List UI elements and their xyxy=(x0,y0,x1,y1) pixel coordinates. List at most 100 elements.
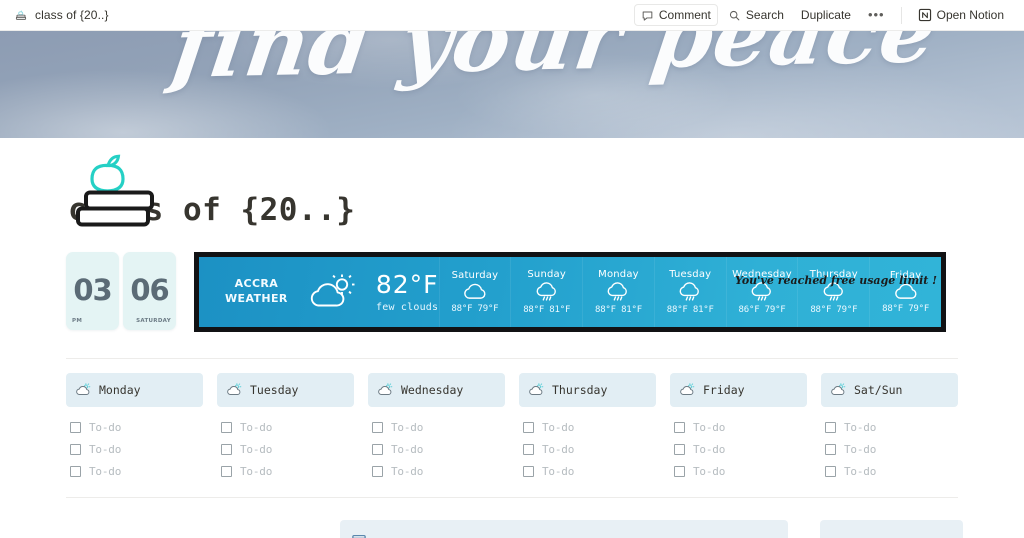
duplicate-label: Duplicate xyxy=(800,8,851,22)
weekday-column-header[interactable]: Thursday xyxy=(519,373,656,407)
todo-item[interactable]: To-do xyxy=(217,460,354,482)
open-notion-label: Open Notion xyxy=(936,8,1004,22)
bottom-card-small[interactable]: ----- xyxy=(820,520,963,538)
cloud-icon xyxy=(462,283,488,302)
clock-hour-card: 03 PM xyxy=(66,252,119,330)
weather-widget-inner: ACCRA WEATHER 82°F few clouds Saturday 8… xyxy=(199,257,941,327)
top-bar-left: class of {20..} xyxy=(14,8,109,22)
todo-item[interactable]: To-do xyxy=(670,438,807,460)
todo-item[interactable]: To-do xyxy=(66,438,203,460)
todo-checkbox[interactable] xyxy=(674,421,685,433)
todo-checkbox[interactable] xyxy=(221,443,232,455)
ellipsis-icon: ••• xyxy=(867,7,885,22)
forecast-day-temps: 88°F 81°F xyxy=(523,304,571,315)
todo-item[interactable]: To-do xyxy=(670,416,807,438)
todo-item[interactable]: To-do xyxy=(670,460,807,482)
weather-location: ACCRA WEATHER xyxy=(225,277,288,307)
duplicate-button[interactable]: Duplicate xyxy=(794,4,858,26)
forecast-day-temps: 88°F 79°F xyxy=(451,303,499,314)
todo-checkbox[interactable] xyxy=(372,465,383,477)
todo-list: To-do To-do To-do xyxy=(217,416,354,482)
rain-cloud-icon xyxy=(605,282,631,302)
todo-item[interactable]: To-do xyxy=(217,416,354,438)
todo-checkbox[interactable] xyxy=(523,421,534,433)
todo-checkbox[interactable] xyxy=(70,421,81,433)
weather-city-line1: ACCRA xyxy=(234,277,279,291)
weekday-column-header[interactable]: Tuesday xyxy=(217,373,354,407)
todo-item[interactable]: To-do xyxy=(66,416,203,438)
todo-checkbox[interactable] xyxy=(221,421,232,433)
todo-label: To-do xyxy=(542,464,575,478)
todo-checkbox[interactable] xyxy=(674,443,685,455)
forecast-day-temps: 88°F 79°F xyxy=(810,304,858,315)
weekday-column-wednesday: Wednesday To-do To-do To-do xyxy=(368,373,505,482)
todo-item[interactable]: To-do xyxy=(519,460,656,482)
todo-list: To-do To-do To-do xyxy=(670,416,807,482)
todo-label: To-do xyxy=(391,442,424,456)
todo-item[interactable]: To-do xyxy=(519,438,656,460)
sun-behind-cloud-icon xyxy=(378,383,393,397)
todo-checkbox[interactable] xyxy=(372,421,383,433)
weekday-column-label: Tuesday xyxy=(250,383,299,397)
todo-item[interactable]: To-do xyxy=(821,416,958,438)
todo-item[interactable]: To-do xyxy=(368,416,505,438)
comment-button[interactable]: Comment xyxy=(634,4,718,26)
todo-label: To-do xyxy=(542,442,575,456)
todo-item[interactable]: To-do xyxy=(821,460,958,482)
todo-item[interactable]: To-do xyxy=(519,416,656,438)
search-button[interactable]: Search xyxy=(721,4,791,26)
todo-checkbox[interactable] xyxy=(70,443,81,455)
sun-behind-cloud-icon xyxy=(529,383,544,397)
cover-script-text: find your peace xyxy=(166,31,944,98)
weekday-column-tuesday: Tuesday To-do To-do To-do xyxy=(217,373,354,482)
forecast-day-name: Tuesday xyxy=(669,269,712,281)
todo-label: To-do xyxy=(240,464,273,478)
weekday-column-monday: Monday To-do To-do To-do xyxy=(66,373,203,482)
weekday-column-header[interactable]: Monday xyxy=(66,373,203,407)
sun-behind-cloud-icon xyxy=(306,272,358,312)
todo-checkbox[interactable] xyxy=(523,443,534,455)
usage-limit-notice: You've reached free usage limit ! xyxy=(734,274,937,287)
todo-item[interactable]: To-do xyxy=(821,438,958,460)
sun-behind-cloud-icon xyxy=(680,383,695,397)
todo-item[interactable]: To-do xyxy=(368,460,505,482)
weekday-column-label: Sat/Sun xyxy=(854,383,903,397)
sun-behind-cloud-icon xyxy=(227,383,242,397)
weather-forecast-list: Saturday 88°F 79°F Sunday 88°F 81°F Monday… xyxy=(438,257,941,327)
weather-forecast-day: Wednesday 86°F 79°F xyxy=(725,257,798,327)
sun-behind-cloud-icon xyxy=(831,383,846,397)
todo-list: To-do To-do To-do xyxy=(368,416,505,482)
bottom-card-wide[interactable] xyxy=(340,520,788,538)
comment-label: Comment xyxy=(658,8,711,22)
top-bar-actions: Comment Search Duplicate ••• Open Notion xyxy=(634,4,1011,26)
weekday-column-header[interactable]: Sat/Sun xyxy=(821,373,958,407)
todo-list: To-do To-do To-do xyxy=(821,416,958,482)
weather-current: ACCRA WEATHER 82°F few clouds xyxy=(199,272,439,313)
widgets-row: 03 PM 06 SATURDAY ACCRA WEATHER 82°F few… xyxy=(0,252,1024,332)
todo-checkbox[interactable] xyxy=(674,465,685,477)
todo-checkbox[interactable] xyxy=(372,443,383,455)
weather-forecast-day: Thursday 88°F 79°F xyxy=(797,257,869,327)
forecast-day-name: Monday xyxy=(598,269,639,281)
todo-label: To-do xyxy=(89,464,122,478)
weekday-column-header[interactable]: Wednesday xyxy=(368,373,505,407)
weather-forecast-day: Monday 88°F 81°F xyxy=(582,257,654,327)
todo-checkbox[interactable] xyxy=(825,421,836,433)
todo-checkbox[interactable] xyxy=(825,443,836,455)
notion-logo-icon xyxy=(918,8,932,22)
rain-cloud-icon xyxy=(677,282,703,302)
todo-item[interactable]: To-do xyxy=(368,438,505,460)
weekday-column-header[interactable]: Friday xyxy=(670,373,807,407)
comment-icon xyxy=(641,9,654,22)
open-notion-button[interactable]: Open Notion xyxy=(911,4,1011,26)
page-icon-apple-on-books[interactable] xyxy=(68,144,164,240)
todo-checkbox[interactable] xyxy=(70,465,81,477)
todo-item[interactable]: To-do xyxy=(217,438,354,460)
more-options-button[interactable]: ••• xyxy=(861,7,892,23)
todo-checkbox[interactable] xyxy=(523,465,534,477)
breadcrumb-title[interactable]: class of {20..} xyxy=(35,8,109,22)
todo-checkbox[interactable] xyxy=(825,465,836,477)
page-cover-image: find your peace xyxy=(0,31,1024,138)
todo-checkbox[interactable] xyxy=(221,465,232,477)
todo-item[interactable]: To-do xyxy=(66,460,203,482)
